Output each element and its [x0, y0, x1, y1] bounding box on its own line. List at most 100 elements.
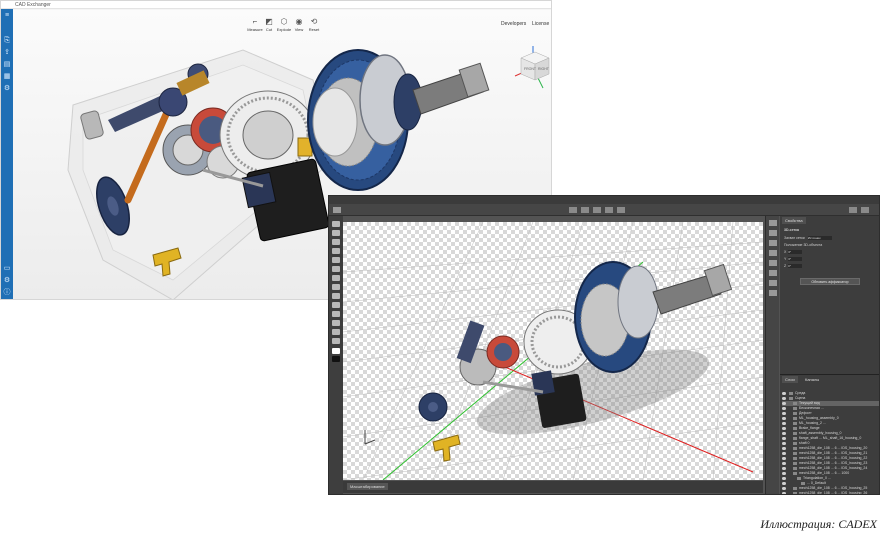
layer-thumbnail-icon — [793, 471, 797, 475]
history-panel-icon[interactable] — [769, 220, 777, 226]
layer-visibility-eye-icon[interactable] — [782, 446, 786, 450]
chat-icon[interactable]: ▭ — [3, 265, 11, 273]
y-rotation-field[interactable]: 0° — [788, 257, 803, 262]
layer-name: Triangulation_0 ... — [803, 476, 831, 480]
layer-visibility-eye-icon[interactable] — [782, 476, 786, 480]
layer-visibility-eye-icon[interactable] — [782, 421, 786, 425]
prop-row-position: Положение 3D-объекта — [784, 243, 823, 247]
layer-name: mech1258_die_108 ... 6 ... IDS_housing_2… — [799, 461, 868, 465]
layer-thumbnail-icon — [793, 446, 797, 450]
layer-thumbnail-icon — [793, 461, 797, 465]
cad-app-title: CAD Exchanger — [15, 2, 51, 8]
import-icon[interactable]: ⎘ — [3, 37, 11, 45]
brush-tool-icon[interactable] — [332, 266, 340, 272]
paragraph-panel-icon[interactable] — [769, 260, 777, 266]
layer-name: ... 0_Default — [807, 481, 826, 485]
export-icon[interactable]: ⇪ — [3, 49, 11, 57]
layer-visibility-eye-icon[interactable] — [782, 431, 786, 435]
menu-icon[interactable]: ≡ — [3, 12, 11, 20]
cad-title-bar: CAD Exchanger — [1, 1, 551, 9]
layer-visibility-eye-icon[interactable] — [782, 436, 786, 440]
layer-visibility-eye-icon[interactable] — [782, 451, 786, 455]
layer-name: mech1258_die_108 ... 6 ... IDS_housing_2… — [799, 486, 868, 490]
layer-thumbnail-icon — [793, 411, 797, 415]
layer-visibility-eye-icon[interactable] — [782, 416, 786, 420]
brush-panel-icon[interactable] — [769, 230, 777, 236]
layer-thumbnail-icon — [793, 456, 797, 460]
layer-visibility-eye-icon[interactable] — [782, 441, 786, 445]
capture-select[interactable]: Источник — [807, 236, 832, 241]
channels-tab[interactable]: Каналы — [802, 376, 823, 383]
eraser-tool-icon[interactable] — [332, 284, 340, 290]
layer-thumbnail-icon — [793, 406, 797, 410]
stamp-tool-icon[interactable] — [332, 275, 340, 281]
layer-name: mech1258_die_108 ... 6 ... IDS_housing_2… — [799, 446, 868, 450]
z-rotation-field[interactable]: 0° — [788, 264, 803, 269]
layer-visibility-eye-icon[interactable] — [782, 491, 786, 494]
document-icon[interactable]: ▤ — [3, 61, 11, 69]
type-tool-icon[interactable] — [332, 320, 340, 326]
layer-row[interactable]: mech1258_die_108 ... 6 ... IDS_housing_2… — [782, 491, 879, 495]
layer-visibility-eye-icon[interactable] — [782, 471, 786, 475]
props-title: 3D-сетка — [784, 228, 799, 232]
layer-visibility-eye-icon[interactable] — [782, 406, 786, 410]
lasso-tool-icon[interactable] — [332, 239, 340, 245]
layer-visibility-eye-icon[interactable] — [782, 391, 786, 395]
properties-tab[interactable]: Свойства — [782, 217, 806, 224]
layer-visibility-eye-icon[interactable] — [782, 486, 786, 490]
layer-name: mech1258_die_108 ... 6 ... IDS_housing_2… — [799, 491, 868, 495]
prop-row-y: Y 0° — [784, 257, 877, 262]
cad-sidebar: ≡ ⎘ ⇪ ▤ ▦ ⚙ ▭ ⚙ ⓘ — [1, 9, 13, 299]
ps-canvas-3d[interactable] — [343, 222, 763, 480]
hand-tool-icon[interactable] — [332, 329, 340, 335]
adjustments-panel-icon[interactable] — [769, 240, 777, 246]
layer-visibility-eye-icon[interactable] — [782, 401, 786, 405]
background-color-swatch[interactable] — [332, 356, 340, 362]
layer-name: mech1258_die_108 ... 6 ... 1000 — [799, 471, 850, 475]
layer-visibility-eye-icon[interactable] — [782, 411, 786, 415]
prop-row-x: X 0° — [784, 250, 877, 255]
3d-panel-icon[interactable] — [769, 290, 777, 296]
layer-name: shaft_assembly_housing_0 — [799, 431, 842, 435]
x-rotation-field[interactable]: 0° — [788, 250, 803, 255]
layer-name: Среда — [795, 391, 806, 395]
layer-name: shaft 0 — [799, 441, 810, 445]
dodge-tool-icon[interactable] — [332, 302, 340, 308]
layer-visibility-eye-icon[interactable] — [782, 456, 786, 460]
layer-name: mech1258_die_108 ... 6 ... IDS_housing_2… — [799, 466, 868, 470]
layer-name: Дефолт — [799, 411, 812, 415]
pen-tool-icon[interactable] — [332, 311, 340, 317]
layer-thumbnail-icon — [793, 491, 797, 494]
zoom-tool-icon[interactable] — [332, 338, 340, 344]
image-caption: Иллюстрация: CADEX — [760, 517, 877, 531]
layer-visibility-eye-icon[interactable] — [782, 426, 786, 430]
ps-panel-dock-icons — [765, 216, 779, 494]
layer-visibility-eye-icon[interactable] — [782, 396, 786, 400]
layer-name: ML_housing_assembly_0 — [799, 416, 839, 420]
eyedropper-tool-icon[interactable] — [332, 257, 340, 263]
foreground-color-swatch[interactable] — [332, 348, 340, 354]
layer-visibility-eye-icon[interactable] — [782, 461, 786, 465]
file-icon[interactable]: ▦ — [3, 73, 11, 81]
crop-tool-icon[interactable] — [332, 248, 340, 254]
layer-thumbnail-icon — [793, 441, 797, 445]
info-icon[interactable]: ⓘ — [3, 289, 11, 297]
move-tool-icon[interactable] — [332, 221, 340, 227]
photoshop-window: Масштабирование Свойства 3D-сетка Захват… — [328, 195, 880, 495]
layer-thumbnail-icon — [793, 416, 797, 420]
layer-thumbnail-icon — [793, 451, 797, 455]
layer-visibility-eye-icon[interactable] — [782, 481, 786, 485]
layer-visibility-eye-icon[interactable] — [782, 466, 786, 470]
layer-thumbnail-icon — [801, 481, 805, 485]
layer-thumbnail-icon — [789, 396, 793, 400]
settings-icon[interactable]: ⚙ — [3, 277, 11, 285]
refresh-affix-button[interactable]: Обновить аффиксатор — [800, 278, 860, 285]
layer-comps-panel-icon[interactable] — [769, 280, 777, 286]
character-panel-icon[interactable] — [769, 270, 777, 276]
layers-tab[interactable]: Слои — [782, 376, 798, 383]
gear-icon[interactable]: ⚙ — [3, 85, 11, 93]
styles-panel-icon[interactable] — [769, 250, 777, 256]
marquee-tool-icon[interactable] — [332, 230, 340, 236]
gradient-tool-icon[interactable] — [332, 293, 340, 299]
zoom-status[interactable]: Масштабирование — [347, 483, 388, 490]
